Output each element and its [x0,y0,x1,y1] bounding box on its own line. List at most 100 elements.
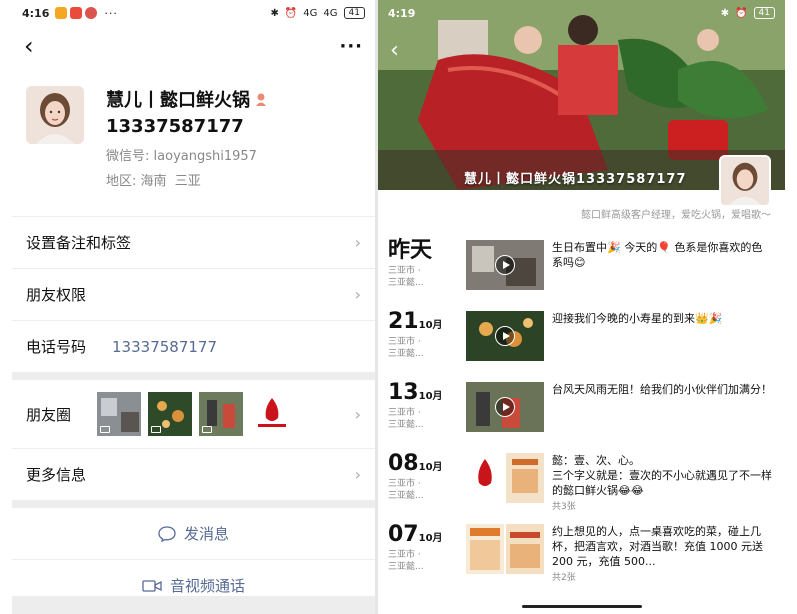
send-message-label: 发消息 [183,525,229,543]
post-location-place: 三亚懿... [388,349,424,359]
moments-thumbnails [97,392,295,436]
post-date: 2110月三亚市 · 三亚懿... [388,311,466,372]
post-date: 昨天三亚市 · 三亚懿... [388,240,466,301]
post-media[interactable] [466,524,544,574]
post-text-block: 生日布置中🎉 今天的🎈 色系是你喜欢的色系吗😊 [552,240,773,301]
set-remark-row[interactable]: 设置备注和标签 › [12,217,375,268]
moments-thumbnail [199,392,244,436]
play-icon [495,397,515,417]
bluetooth-icon: ✱ [720,7,730,19]
notification-app-icon [70,7,83,19]
status-bar: 4:19 ✱ ⏰ 41 [378,0,785,26]
moment-post[interactable]: 0810月 三亚市 · 三亚懿... 懿：壹、次、心。 三个字义就是：壹次的不小心就遇… [378,443,785,514]
post-text: 约上想见的人，点一桌喜欢吃的菜，碰上几杯，把酒言欢，对酒当歌！充值 1000 元… [552,525,763,568]
post-day-number: 21 [388,309,419,334]
contact-profile-panel: 4:16 ··· ✱ ⏰ 4G 4G 41 ‹ ··· 慧儿丨懿口鲜火锅 133… [12,0,375,614]
post-media[interactable] [466,382,544,432]
moments-label: 朋友圈 [26,405,72,424]
region-value: 海南 三亚 [140,174,201,189]
post-text-block: 迎接我们今晚的小寿星的到来👑🎉 [552,311,773,372]
video-icon [202,426,213,433]
friend-permission-row[interactable]: 朋友权限 › [12,269,375,320]
video-call-label: 音视频通话 [169,577,245,595]
post-date: 0710月三亚市 · 三亚懿... [388,524,466,585]
video-camera-icon [142,579,162,592]
friend-permission-label: 朋友权限 [26,286,87,304]
post-location: 三亚市 · 三亚懿... [388,265,466,289]
avatar[interactable] [719,155,771,207]
battery-icon: 41 [343,7,365,19]
more-notifications-icon: ··· [104,6,118,20]
posts-list: 昨天 三亚市 · 三亚懿... 生日布置中🎉 今天的🎈 色系是你喜欢的色系吗😊 2110… [378,230,785,585]
back-icon[interactable]: ‹ [24,34,34,58]
contact-name: 慧儿丨懿口鲜火锅 [106,86,361,112]
post-day-number: 08 [388,451,419,476]
post-date: 1310月三亚市 · 三亚懿... [388,382,466,443]
nav-bar: ‹ ··· [12,26,375,66]
post-month: 10月 [418,533,443,544]
moments-thumbnail [148,392,193,436]
post-location-city: 三亚市 · [388,337,421,347]
more-options-icon[interactable]: ··· [339,36,363,57]
moments-feed-panel: 4:19 ✱ ⏰ 41 ‹ 慧儿丨懿口鲜火锅13337587177 懿口鲜高级客… [378,0,785,614]
post-day: 2110月 [388,311,466,333]
post-text-block: 约上想见的人，点一桌喜欢吃的菜，碰上几杯，把酒言欢，对酒当歌！充值 1000 元… [552,524,773,585]
post-image-count: 共2张 [552,573,576,583]
moment-post[interactable]: 1310月三亚市 · 三亚懿... 台风天风雨无阻！给我们的小伙伴们加满分！ [378,372,785,443]
moment-post[interactable]: 0710月三亚市 · 三亚懿... 约上想见的人，点一桌喜欢吃的菜，碰上几杯，把酒言… [378,514,785,585]
status-time: 4:16 [22,6,50,20]
post-location: 三亚市 · 三亚懿... [388,336,466,360]
post-month: 10月 [418,320,443,331]
signal-icon: 4G [303,7,318,19]
gender-female-icon [256,93,266,106]
post-media[interactable] [466,240,544,290]
post-location-city: 三亚市 · [388,266,421,276]
post-media[interactable] [466,311,544,361]
chevron-right-icon: › [354,285,361,304]
post-text: 懿：壹、次、心。 三个字义就是：壹次的不小心就遇见了不一样的懿口鲜火锅😂😂 [552,454,772,497]
post-location-city: 三亚市 · [388,408,421,418]
post-day-number: 13 [388,380,419,405]
post-day: 0810月 [388,453,466,475]
post-day: 1310月 [388,382,466,404]
chevron-right-icon: › [354,465,361,484]
back-icon[interactable]: ‹ [390,38,399,63]
phone-number-link[interactable]: 13337587177 [112,338,217,356]
more-info-label: 更多信息 [26,466,87,484]
post-location: 三亚市 · 三亚懿... [388,549,466,573]
post-media[interactable] [466,453,544,503]
video-icon [151,426,162,433]
play-icon [495,255,515,275]
alarm-icon: ⏰ [284,7,298,19]
post-day: 0710月 [388,524,466,546]
wechat-id: 微信号: laoyangshi1957 [106,145,361,164]
post-day: 昨天 [388,240,466,262]
post-text: 台风天风雨无阻！给我们的小伙伴们加满分！ [552,383,772,396]
phone-number-label: 电话号码 [26,338,87,356]
avatar[interactable] [26,86,84,144]
profile-header: 慧儿丨懿口鲜火锅 13337587177 微信号: laoyangshi1957… [12,66,375,216]
alarm-icon: ⏰ [735,7,748,19]
contact-name-text: 慧儿丨懿口鲜火锅 [106,90,250,111]
status-bar: 4:16 ··· ✱ ⏰ 4G 4G 41 [12,0,375,26]
notification-app-icon [85,7,98,19]
moment-post[interactable]: 昨天三亚市 · 三亚懿... 生日布置中🎉 今天的🎈 色系是你喜欢的色系吗😊 [378,230,785,301]
post-location: 三亚市 · 三亚懿... [388,407,466,431]
post-location-place: 三亚懿... [388,278,424,288]
more-info-row[interactable]: 更多信息 › [12,449,375,500]
signature: 懿口鲜高级客户经理，爱吃火锅，爱唱歌～ [581,210,771,221]
moments-row[interactable]: 朋友圈 › [12,380,375,448]
post-day-number: 07 [388,522,419,547]
battery-icon: 41 [753,7,775,19]
post-text: 迎接我们今晚的小寿星的到来👑🎉 [552,312,723,325]
status-time: 4:19 [388,6,416,20]
send-message-button[interactable]: 发消息 [12,508,375,559]
post-month: 10月 [418,462,443,473]
post-text: 生日布置中🎉 今天的🎈 色系是你喜欢的色系吗😊 [552,241,763,269]
moment-post[interactable]: 2110月三亚市 · 三亚懿... 迎接我们今晚的小寿星的到来👑🎉 [378,301,785,372]
system-icons: ✱ ⏰ 41 [721,7,775,19]
post-text-block: 台风天风雨无阻！给我们的小伙伴们加满分！ [552,382,773,443]
region: 地区: 海南 三亚 [106,170,361,189]
home-indicator [521,605,642,608]
cover-name: 慧儿丨懿口鲜火锅13337587177 [464,172,687,187]
